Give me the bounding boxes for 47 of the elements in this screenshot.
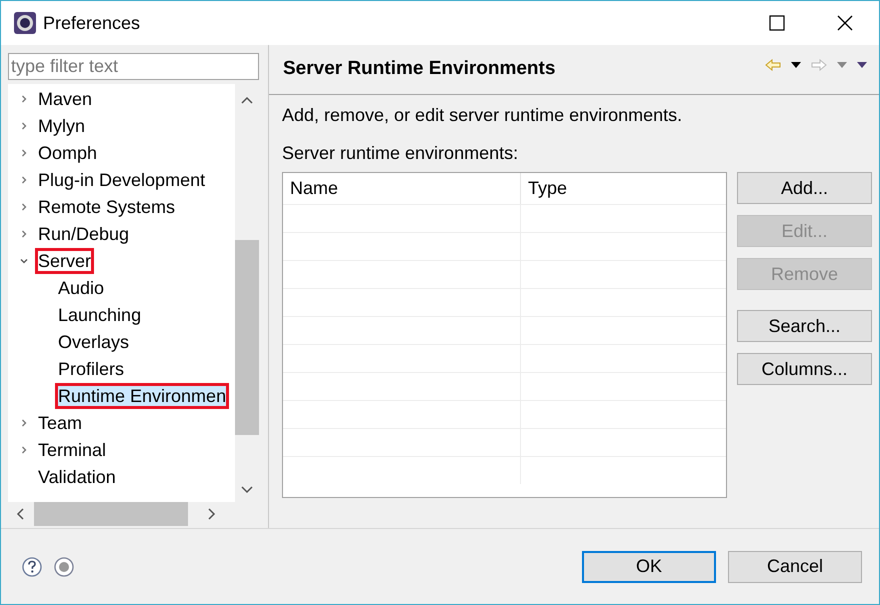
dropdown-icon[interactable]: [791, 62, 801, 68]
side-button[interactable]: Search...: [737, 310, 872, 342]
tree-item[interactable]: Overlays: [56, 330, 132, 354]
description-text: Add, remove, or edit server runtime environments.: [282, 104, 684, 127]
side-button[interactable]: Columns...: [737, 353, 872, 385]
chevron-right-icon[interactable]: [20, 148, 28, 156]
tree-item[interactable]: Team: [36, 410, 84, 434]
chevron-right-icon[interactable]: [20, 122, 28, 130]
tree-item[interactable]: Server: [36, 248, 94, 272]
list-label: Server runtime environments:: [282, 142, 520, 165]
tree-item[interactable]: Runtime Environmen: [56, 384, 228, 408]
tree-item[interactable]: Terminal: [36, 438, 108, 462]
tree-item[interactable]: Remote Systems: [36, 194, 178, 218]
window-title: Preferences: [43, 12, 140, 34]
chevron-right-icon[interactable]: [20, 202, 28, 210]
gear-app-icon: [13, 11, 37, 35]
tree-item[interactable]: Launching: [56, 302, 144, 326]
tree-item[interactable]: Mylyn: [36, 114, 88, 138]
help-icon[interactable]: [22, 556, 42, 576]
scroll-right-icon[interactable]: [208, 508, 216, 520]
chevron-right-icon[interactable]: [20, 446, 28, 454]
scroll-left-icon[interactable]: [16, 508, 24, 520]
chevron-right-icon[interactable]: [20, 230, 28, 238]
close-icon[interactable]: [837, 15, 853, 31]
tree-item[interactable]: Profilers: [56, 356, 126, 380]
chevron-down-icon[interactable]: [20, 256, 28, 264]
record-icon[interactable]: [54, 556, 74, 576]
side-button[interactable]: Add...: [737, 172, 872, 204]
filter-field[interactable]: type filter text: [8, 53, 259, 80]
chevron-right-icon[interactable]: [20, 418, 28, 426]
column-header[interactable]: Type: [521, 173, 726, 204]
scroll-up-icon[interactable]: [241, 96, 253, 104]
page-title: Server Runtime Environments: [283, 57, 556, 82]
scroll-down-icon[interactable]: [241, 486, 253, 494]
tree-item[interactable]: Validation: [36, 464, 118, 488]
tree-item[interactable]: Run/Debug: [36, 222, 132, 246]
tree-item[interactable]: Oomph: [36, 140, 100, 164]
menu-icon[interactable]: [857, 62, 867, 68]
tree-item[interactable]: Maven: [36, 86, 94, 110]
dialog-button[interactable]: OK: [582, 550, 716, 582]
column-header[interactable]: Name: [283, 173, 521, 204]
maximize-icon[interactable]: [769, 15, 785, 31]
chevron-right-icon[interactable]: [20, 94, 28, 102]
chevron-right-icon[interactable]: [20, 176, 28, 184]
tree-item[interactable]: Audio: [56, 276, 106, 300]
dialog-button[interactable]: Cancel: [728, 550, 862, 582]
tree-item[interactable]: Plug-in Development: [36, 168, 208, 192]
